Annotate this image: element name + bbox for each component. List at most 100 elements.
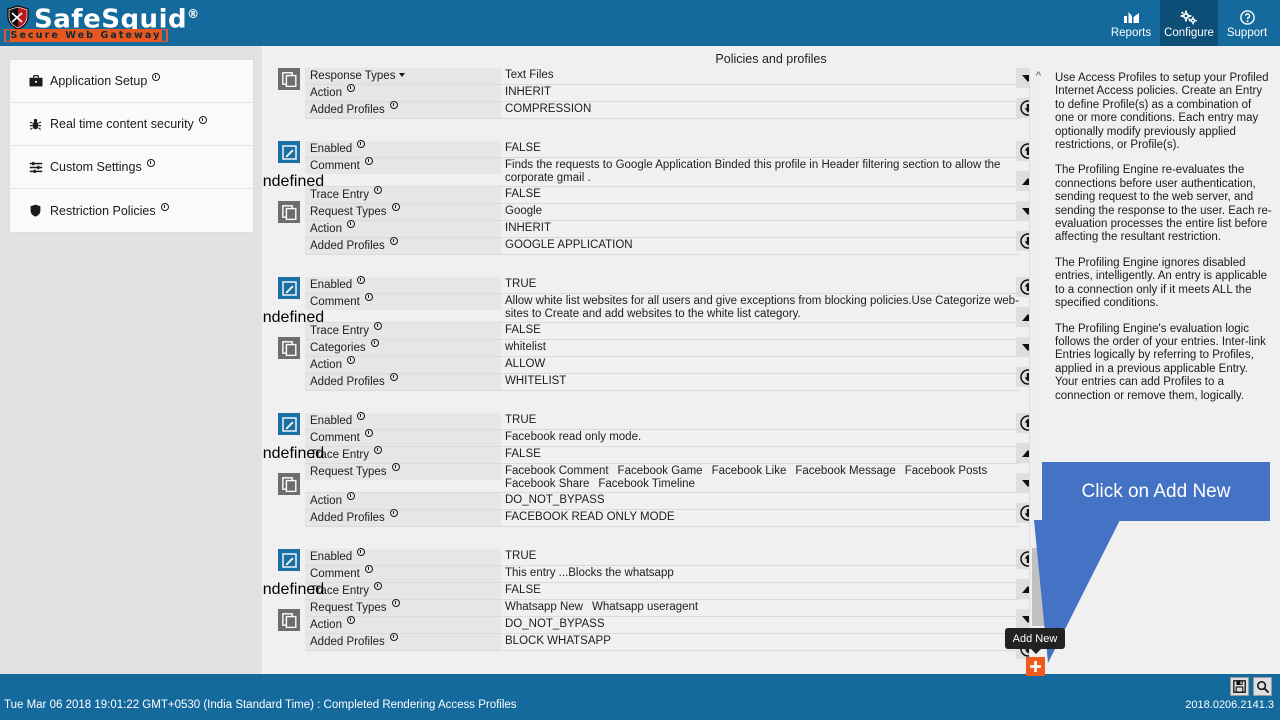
entry-field-row[interactable]: Enabled TRUE	[305, 412, 1020, 430]
field-value: TRUE	[501, 549, 1020, 564]
info-icon[interactable]	[357, 276, 366, 284]
scroll-up-arrow[interactable]: ^	[1030, 69, 1047, 83]
entry-field-row[interactable]: Added Profiles GOOGLE APPLICATION	[305, 237, 1020, 255]
nav-item-support[interactable]: Support	[1218, 0, 1276, 46]
undefined[interactable]: undefined	[262, 307, 324, 329]
copy-entry-button[interactable]	[278, 473, 300, 495]
entry-field-row[interactable]: Categories whitelist	[305, 339, 1020, 357]
edit-entry-button[interactable]	[278, 277, 300, 299]
entry-field-row[interactable]: Action INHERIT	[305, 220, 1020, 238]
entry-field-row[interactable]: Action DO_NOT_BYPASS	[305, 616, 1020, 634]
info-icon[interactable]	[389, 237, 398, 245]
info-icon[interactable]	[364, 293, 373, 301]
copy-icon	[281, 476, 297, 492]
sidebar-item-restriction-policies[interactable]: Restriction Policies	[10, 189, 253, 232]
info-icon[interactable]	[374, 446, 383, 454]
entry-field-row[interactable]: Comment This entry ...Blocks the whatsapp	[305, 565, 1020, 583]
field-label: Action	[305, 356, 501, 373]
info-icon[interactable]	[364, 565, 373, 573]
entry-field-row[interactable]: Added Profiles BLOCK WHATSAPP	[305, 633, 1020, 651]
info-icon[interactable]	[391, 463, 400, 471]
field-value: FALSE	[501, 323, 1020, 338]
info-icon[interactable]	[346, 492, 355, 500]
entry-field-row[interactable]: Enabled TRUE	[305, 276, 1020, 294]
info-icon[interactable]	[152, 73, 161, 81]
entry-field-row[interactable]: Action DO_NOT_BYPASS	[305, 492, 1020, 510]
copy-icon	[281, 340, 297, 356]
field-label: Trace Entry	[305, 582, 501, 599]
chart-icon	[1123, 9, 1140, 26]
search-icon	[1256, 680, 1269, 693]
undefined[interactable]: undefined	[262, 579, 324, 601]
footer: Tue Mar 06 2018 19:01:22 GMT+0530 (India…	[0, 674, 1280, 720]
info-icon[interactable]	[346, 356, 355, 364]
sidebar-menu: Application Setup Real time content secu…	[9, 59, 254, 233]
info-icon[interactable]	[364, 429, 373, 437]
copy-entry-button[interactable]	[278, 201, 300, 223]
entry-field-row[interactable]: Comment Finds the requests to Google Appl…	[305, 157, 1020, 187]
entries-panel[interactable]: Response Types Text Files Action INHERIT Add…	[262, 68, 1042, 674]
field-label: Added Profiles	[305, 101, 501, 118]
help-paragraph: The Profiling Engine re-evaluates the co…	[1055, 164, 1272, 244]
entry-field-row[interactable]: Trace Entry FALSE	[305, 186, 1020, 204]
copy-entry-button[interactable]	[278, 68, 300, 90]
info-icon[interactable]	[146, 159, 155, 167]
entry-field-row[interactable]: Enabled TRUE	[305, 548, 1020, 566]
info-icon[interactable]	[389, 101, 398, 109]
sidebar-item-real-time-content-security[interactable]: Real time content security	[10, 103, 253, 146]
info-icon[interactable]	[198, 116, 207, 124]
edit-entry-button[interactable]	[278, 413, 300, 435]
info-icon[interactable]	[370, 339, 379, 347]
add-new-button[interactable]	[1026, 657, 1045, 676]
logo[interactable]: SafeSquid® Secure Web Gateway	[0, 0, 199, 46]
entry-field-row[interactable]: Enabled FALSE	[305, 140, 1020, 158]
save-button[interactable]	[1230, 677, 1249, 696]
field-value-token: Facebook Message	[795, 465, 896, 477]
entry-field-row[interactable]: Comment Facebook read only mode.	[305, 429, 1020, 447]
field-label: Added Profiles	[305, 509, 501, 526]
info-icon[interactable]	[389, 509, 398, 517]
undefined[interactable]: undefined	[262, 443, 324, 465]
entry-field-row[interactable]: Trace Entry FALSE	[305, 446, 1020, 464]
sidebar-item-custom-settings[interactable]: Custom Settings	[10, 146, 253, 189]
entry-field-row[interactable]: Action ALLOW	[305, 356, 1020, 374]
entry-field-row[interactable]: Added Profiles COMPRESSION	[305, 101, 1020, 119]
info-icon[interactable]	[346, 84, 355, 92]
sidebar-item-application-setup[interactable]: Application Setup	[10, 60, 253, 103]
copy-entry-button[interactable]	[278, 609, 300, 631]
entry-field-row[interactable]: Action INHERIT	[305, 84, 1020, 102]
info-icon[interactable]	[374, 322, 383, 330]
search-button[interactable]	[1253, 677, 1272, 696]
nav-item-reports[interactable]: Reports	[1102, 0, 1160, 46]
entry-field-row[interactable]: Trace Entry FALSE	[305, 582, 1020, 600]
safesquid-shield-icon	[6, 5, 30, 31]
info-icon[interactable]	[364, 157, 373, 165]
entry-field-row[interactable]: Response Types Text Files	[305, 68, 1020, 85]
info-icon[interactable]	[391, 203, 400, 211]
edit-entry-button[interactable]	[278, 549, 300, 571]
info-icon[interactable]	[346, 220, 355, 228]
info-icon[interactable]	[374, 582, 383, 590]
copy-entry-button[interactable]	[278, 337, 300, 359]
entry-field-row[interactable]: Added Profiles FACEBOOK READ ONLY MODE	[305, 509, 1020, 527]
info-icon[interactable]	[357, 412, 366, 420]
info-icon[interactable]	[160, 202, 169, 211]
entry-field-row[interactable]: Request Types Whatsapp New Whatsapp userag…	[305, 599, 1020, 617]
entry-field-row[interactable]: Trace Entry FALSE	[305, 322, 1020, 340]
nav-item-configure[interactable]: Configure	[1160, 0, 1218, 46]
info-icon[interactable]	[389, 633, 398, 641]
entry-field-row[interactable]: Comment Allow white list websites for all…	[305, 293, 1020, 323]
info-icon[interactable]	[389, 373, 398, 381]
entry-field-row[interactable]: Request Types Facebook Comment Facebook Ga…	[305, 463, 1020, 493]
info-icon[interactable]	[357, 548, 366, 556]
undefined[interactable]: undefined	[262, 171, 324, 193]
entry-field-row[interactable]: Request Types Google	[305, 203, 1020, 221]
info-icon[interactable]	[357, 140, 366, 148]
info-icon[interactable]	[391, 599, 400, 607]
info-icon[interactable]	[346, 616, 355, 624]
chevron-down-icon[interactable]	[399, 73, 406, 77]
entry-field-row[interactable]: Added Profiles WHITELIST	[305, 373, 1020, 391]
field-value: TRUE	[501, 413, 1020, 428]
info-icon[interactable]	[374, 186, 383, 194]
edit-entry-button[interactable]	[278, 141, 300, 163]
